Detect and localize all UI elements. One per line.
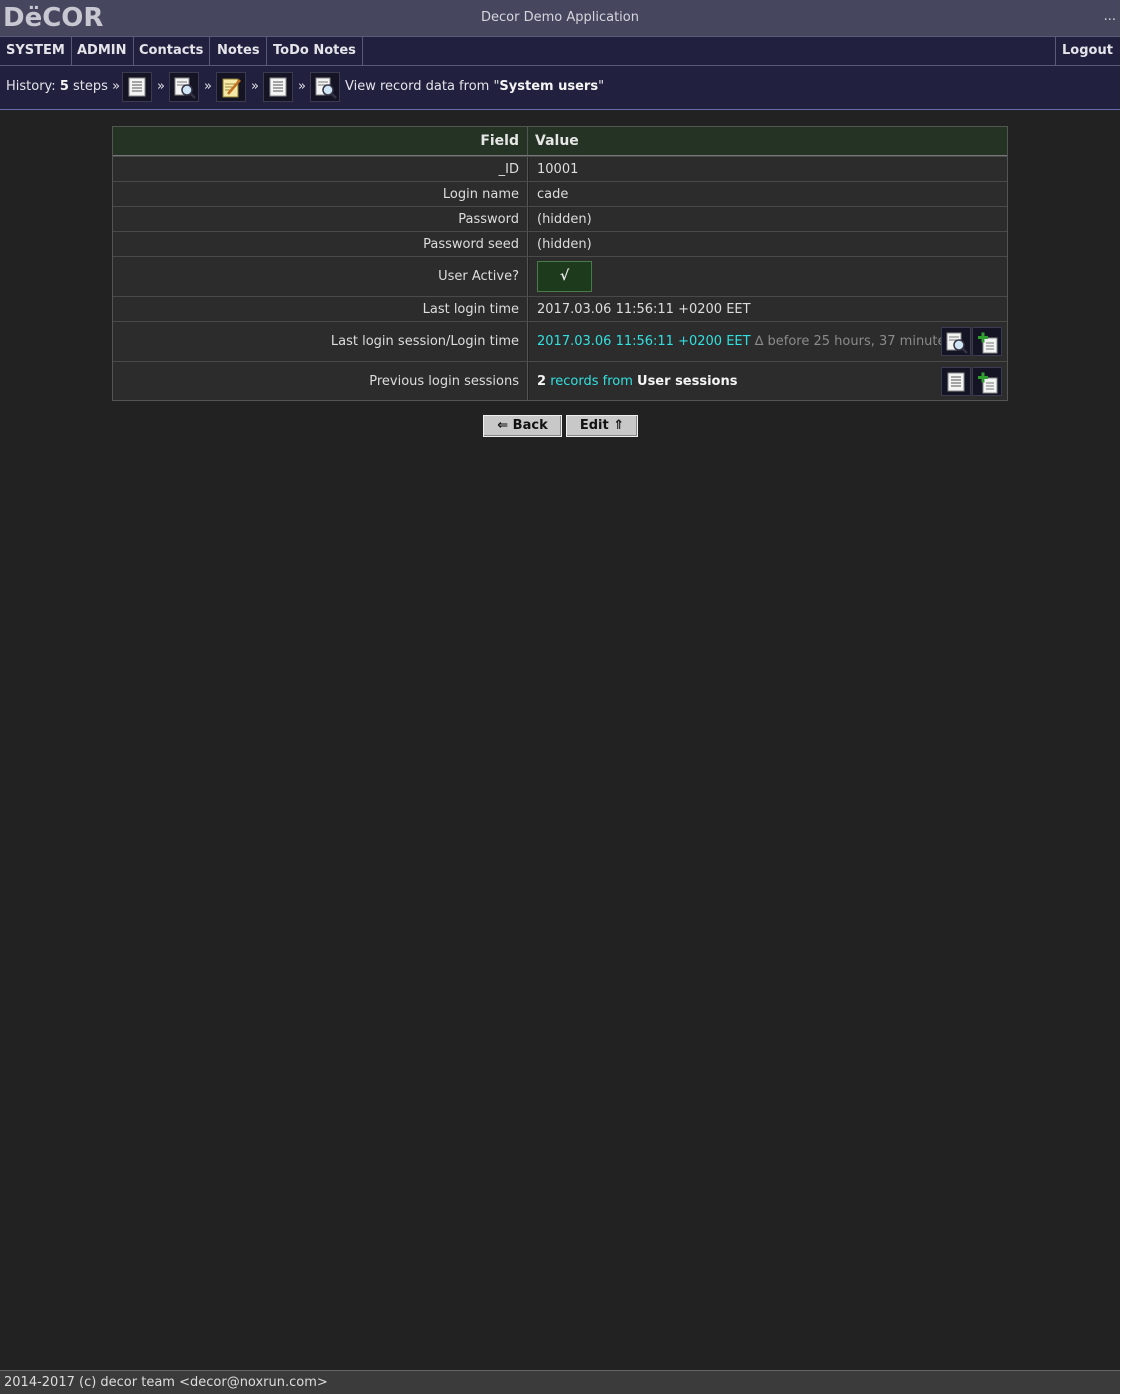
list-icon xyxy=(269,77,287,97)
history-steps-label: steps xyxy=(73,79,108,94)
value-cell: (hidden) xyxy=(529,207,1007,231)
view-icon xyxy=(315,77,337,99)
field-label: Previous login sessions xyxy=(369,374,519,389)
value-cell: 2017.03.06 11:56:11 +0200 EET ∆ before 2… xyxy=(529,322,1007,361)
app-title: Decor Demo Application xyxy=(481,10,639,25)
sessions-count: 2 xyxy=(537,374,547,389)
field-cell: _ID xyxy=(113,157,528,181)
last-session-relative: ∆ before 25 hours, 37 minutes xyxy=(754,334,953,349)
sessions-link[interactable]: records from xyxy=(550,374,633,389)
history-prefix: History: xyxy=(6,79,56,94)
field-label: Last login session/Login time xyxy=(330,334,519,349)
field-label: User Active? xyxy=(438,269,519,284)
previous-sessions-value: 2 records from User sessions xyxy=(537,374,737,389)
menu-item-admin[interactable]: ADMIN xyxy=(71,37,134,65)
title-bar: DëCOR Decor Demo Application ... xyxy=(0,0,1120,36)
footer-copyright: 2014-2017 (c) decor team <decor@noxrun.c… xyxy=(4,1375,328,1390)
edit-icon xyxy=(222,78,241,98)
table-row: Previous login sessions 2 records from U… xyxy=(113,361,1007,400)
field-cell: Password seed xyxy=(113,232,528,256)
history-step-3-edit[interactable] xyxy=(216,72,246,102)
last-session-value: 2017.03.06 11:56:11 +0200 EET ∆ before 2… xyxy=(537,334,952,349)
add-record-icon xyxy=(978,372,998,394)
history-separator: » xyxy=(251,79,259,94)
value-cell: cade xyxy=(529,182,1007,206)
view-session-button[interactable] xyxy=(941,327,971,356)
history-separator: » xyxy=(112,79,121,94)
header-value: Value xyxy=(529,127,1007,155)
history-current-page: View record data from "System users" xyxy=(345,79,604,94)
main-menu: SYSTEM ADMIN Contacts Notes ToDo Notes L… xyxy=(0,36,1120,66)
field-cell: Previous login sessions xyxy=(113,362,528,400)
list-icon xyxy=(128,77,146,97)
history-separator: » xyxy=(157,79,165,94)
field-label: Password xyxy=(458,212,519,227)
value-cell: √ xyxy=(529,257,1007,296)
add-record-icon xyxy=(978,332,998,354)
field-label: Password seed xyxy=(423,237,519,252)
value-cell: 2 records from User sessions xyxy=(529,362,1007,400)
field-cell: Last login time xyxy=(113,297,528,321)
history-bar: History: 5 steps » » » » » View record d… xyxy=(0,66,1120,110)
table-row: Login name cade xyxy=(113,181,1007,206)
table-row: Password (hidden) xyxy=(113,206,1007,231)
logout-button[interactable]: Logout xyxy=(1055,37,1119,65)
field-value: (hidden) xyxy=(537,212,592,227)
view-table-name: System users xyxy=(499,79,599,94)
history-separator: » xyxy=(204,79,212,94)
value-cell: 10001 xyxy=(529,157,1007,181)
back-button[interactable]: ⇐ Back xyxy=(483,415,562,437)
header-field-label: Field xyxy=(480,133,519,149)
field-label: Login name xyxy=(442,187,519,202)
history-step-4-list[interactable] xyxy=(263,72,293,102)
history-separator: » xyxy=(298,79,306,94)
view-icon xyxy=(946,332,968,354)
history-step-1-list[interactable] xyxy=(122,72,152,102)
history-step-2-view[interactable] xyxy=(169,72,199,102)
field-label: Last login time xyxy=(422,302,519,317)
field-cell: User Active? xyxy=(113,257,528,296)
field-cell: Login name xyxy=(113,182,528,206)
menu-item-system[interactable]: SYSTEM xyxy=(0,37,72,65)
field-value: (hidden) xyxy=(537,237,592,252)
sessions-table-name: User sessions xyxy=(637,374,738,389)
footer: 2014-2017 (c) decor team <decor@noxrun.c… xyxy=(0,1370,1120,1394)
field-label: _ID xyxy=(498,162,519,177)
menu-item-todo-notes[interactable]: ToDo Notes xyxy=(267,37,363,65)
table-row: Last login time 2017.03.06 11:56:11 +020… xyxy=(113,296,1007,321)
field-cell: Password xyxy=(113,207,528,231)
table-header: Field Value xyxy=(113,127,1007,156)
table-row: Password seed (hidden) xyxy=(113,231,1007,256)
add-previous-session-button[interactable] xyxy=(972,367,1002,396)
field-value: cade xyxy=(537,187,569,202)
field-value: 10001 xyxy=(537,162,579,177)
user-active-checkmark: √ xyxy=(537,261,592,292)
field-cell: Last login session/Login time xyxy=(113,322,528,361)
value-cell: 2017.03.06 11:56:11 +0200 EET xyxy=(529,297,1007,321)
menu-item-notes[interactable]: Notes xyxy=(211,37,267,65)
view-prefix: View record data from " xyxy=(345,79,500,94)
edit-button[interactable]: Edit ⇑ xyxy=(566,415,638,437)
table-row: User Active? √ xyxy=(113,256,1007,296)
list-icon xyxy=(947,372,965,392)
value-cell: (hidden) xyxy=(529,232,1007,256)
history-count: 5 xyxy=(59,79,69,94)
view-suffix: " xyxy=(598,79,605,94)
more-menu-button[interactable]: ... xyxy=(1104,9,1116,24)
history-step-5-view[interactable] xyxy=(310,72,340,102)
last-session-link[interactable]: 2017.03.06 11:56:11 +0200 EET xyxy=(537,334,751,349)
history-label: History: 5 steps » xyxy=(6,79,120,94)
field-value: 2017.03.06 11:56:11 +0200 EET xyxy=(537,302,751,317)
scrollbar-track[interactable] xyxy=(1120,0,1131,1394)
menu-item-contacts[interactable]: Contacts xyxy=(133,37,211,65)
record-table: Field Value _ID 10001 Login name cade Pa… xyxy=(112,126,1008,401)
header-field: Field xyxy=(113,127,528,155)
table-row: _ID 10001 xyxy=(113,156,1007,181)
list-sessions-button[interactable] xyxy=(941,367,971,396)
view-icon xyxy=(174,77,196,99)
add-session-button[interactable] xyxy=(972,327,1002,356)
page: DëCOR Decor Demo Application ... SYSTEM … xyxy=(0,0,1120,1394)
table-row: Last login session/Login time 2017.03.06… xyxy=(113,321,1007,361)
